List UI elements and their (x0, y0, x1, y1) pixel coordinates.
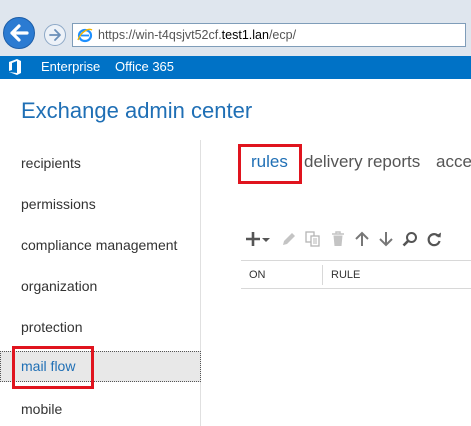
highlight-rules-tab (238, 144, 302, 184)
column-on[interactable]: ON (249, 269, 266, 281)
nav-permissions[interactable]: permissions (21, 196, 96, 212)
address-bar[interactable]: https://win-t4qsjvt52cf.test1.lan/ecp/ (72, 23, 466, 47)
edit-icon[interactable] (280, 230, 298, 248)
nav-recipients[interactable]: recipients (21, 155, 81, 171)
office-logo-icon[interactable] (8, 59, 22, 75)
move-up-icon[interactable] (353, 230, 371, 248)
plus-icon[interactable] (244, 230, 262, 248)
o365-navbar: Enterprise Office 365 (0, 56, 471, 79)
back-arrow-icon (10, 24, 29, 42)
nav-office-365[interactable]: Office 365 (115, 59, 174, 74)
tab-delivery-reports[interactable]: delivery reports (304, 152, 420, 172)
column-separator (322, 265, 323, 285)
nav-enterprise[interactable]: Enterprise (41, 59, 100, 74)
forward-arrow-icon (49, 29, 61, 41)
column-rule[interactable]: RULE (331, 269, 360, 281)
tab-accepted-domains[interactable]: acce (436, 152, 471, 172)
page-title: Exchange admin center (21, 98, 253, 123)
dropdown-arrow-icon[interactable] (261, 230, 271, 248)
ie-logo-icon (77, 28, 93, 43)
move-down-icon[interactable] (377, 230, 395, 248)
search-icon[interactable] (401, 230, 419, 248)
highlight-mail-flow (12, 346, 94, 389)
delete-icon[interactable] (329, 230, 347, 248)
nav-organization[interactable]: organization (21, 278, 97, 294)
browser-toolbar: https://win-t4qsjvt52cf.test1.lan/ecp/ (0, 0, 471, 57)
rules-toolbar (244, 230, 444, 250)
back-button[interactable] (3, 17, 35, 49)
url-prefix: https://win-t4qsjvt52cf. (98, 28, 222, 42)
url-host: test1.lan (221, 28, 269, 42)
copy-icon[interactable] (304, 230, 322, 248)
refresh-icon[interactable] (425, 230, 443, 248)
forward-button[interactable] (44, 24, 66, 46)
nav-protection[interactable]: protection (21, 319, 82, 335)
url-text[interactable]: https://win-t4qsjvt52cf.test1.lan/ecp/ (98, 28, 296, 42)
rules-grid-header: ON RULE (241, 260, 471, 289)
nav-compliance-management[interactable]: compliance management (21, 237, 177, 253)
url-suffix: /ecp/ (268, 28, 297, 42)
nav-mobile[interactable]: mobile (21, 401, 62, 417)
